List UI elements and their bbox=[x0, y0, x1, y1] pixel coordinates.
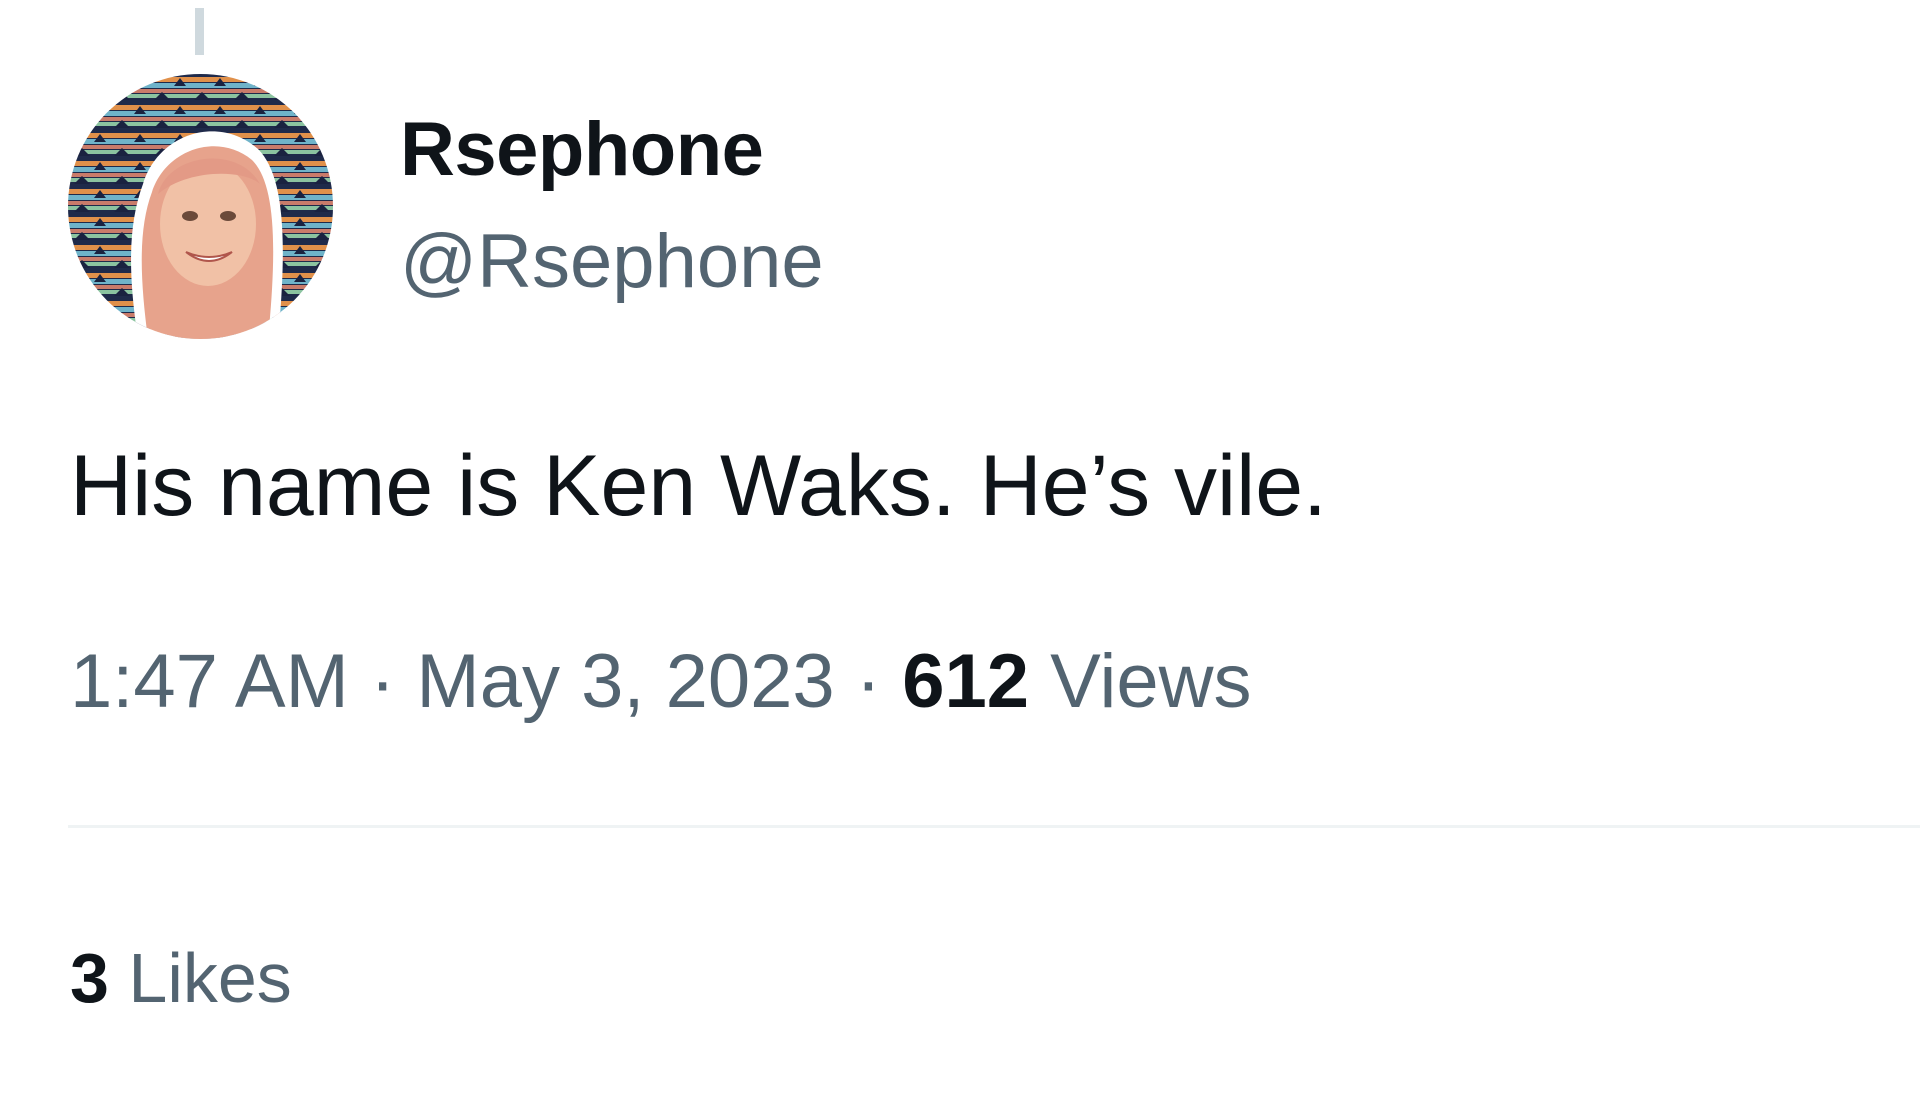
likes-stat[interactable]: 3 Likes bbox=[70, 940, 292, 1017]
divider bbox=[68, 825, 1920, 828]
thread-connector-line bbox=[195, 8, 204, 55]
author-display-name[interactable]: Rsephone bbox=[400, 108, 764, 192]
separator-dot: · bbox=[369, 639, 396, 724]
views-label: Views bbox=[1050, 639, 1252, 724]
separator-dot: · bbox=[855, 639, 882, 724]
author-handle[interactable]: @Rsephone bbox=[400, 220, 824, 304]
views-count: 612 bbox=[902, 639, 1030, 724]
avatar[interactable] bbox=[68, 74, 333, 339]
tweet-date[interactable]: May 3, 2023 bbox=[416, 639, 834, 724]
views-stat[interactable]: 612 Views bbox=[902, 639, 1251, 724]
tweet-text: His name is Ken Waks. He’s vile. bbox=[70, 438, 1327, 534]
likes-count: 3 bbox=[70, 939, 109, 1017]
tweet-time[interactable]: 1:47 AM bbox=[70, 639, 349, 724]
avatar-image bbox=[68, 74, 333, 339]
tweet-metadata: 1:47 AM · May 3, 2023 · 612 Views bbox=[70, 640, 1252, 724]
likes-label: Likes bbox=[128, 939, 292, 1017]
